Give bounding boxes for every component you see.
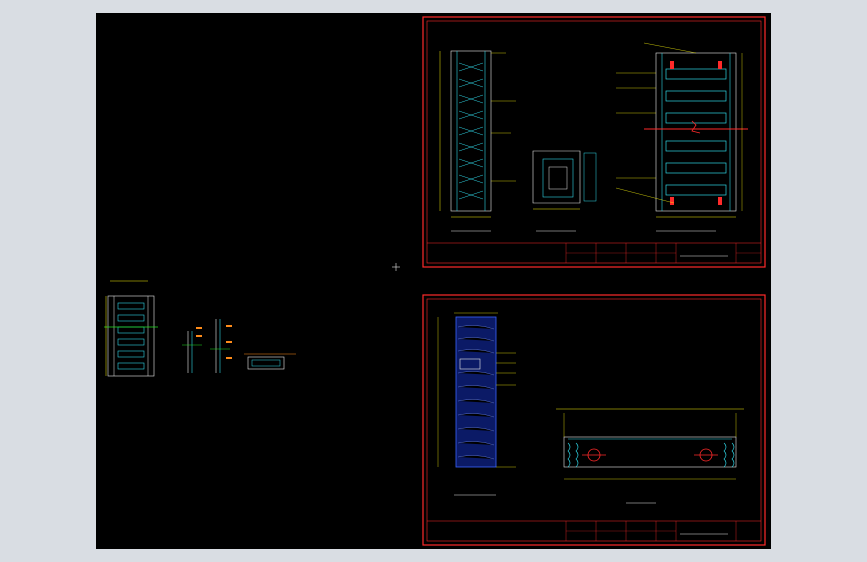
sheet-2-beam-section — [556, 408, 744, 504]
sheet-1-stair-elevation — [439, 50, 516, 232]
sheet-1-frame-elevation — [615, 42, 748, 232]
crosshair-icon — [392, 263, 400, 271]
sheet-2-column-section — [437, 312, 516, 496]
sheet-1-titleblock — [427, 242, 761, 263]
left-detail-sections — [182, 319, 296, 373]
cad-model-space[interactable] — [96, 13, 771, 549]
left-detail-elevation — [104, 280, 158, 377]
sheet-1[interactable] — [422, 16, 766, 268]
sheet-2-titleblock — [427, 520, 761, 541]
sheet-2[interactable] — [422, 294, 766, 546]
sheet-1-plan-detail — [532, 150, 597, 232]
